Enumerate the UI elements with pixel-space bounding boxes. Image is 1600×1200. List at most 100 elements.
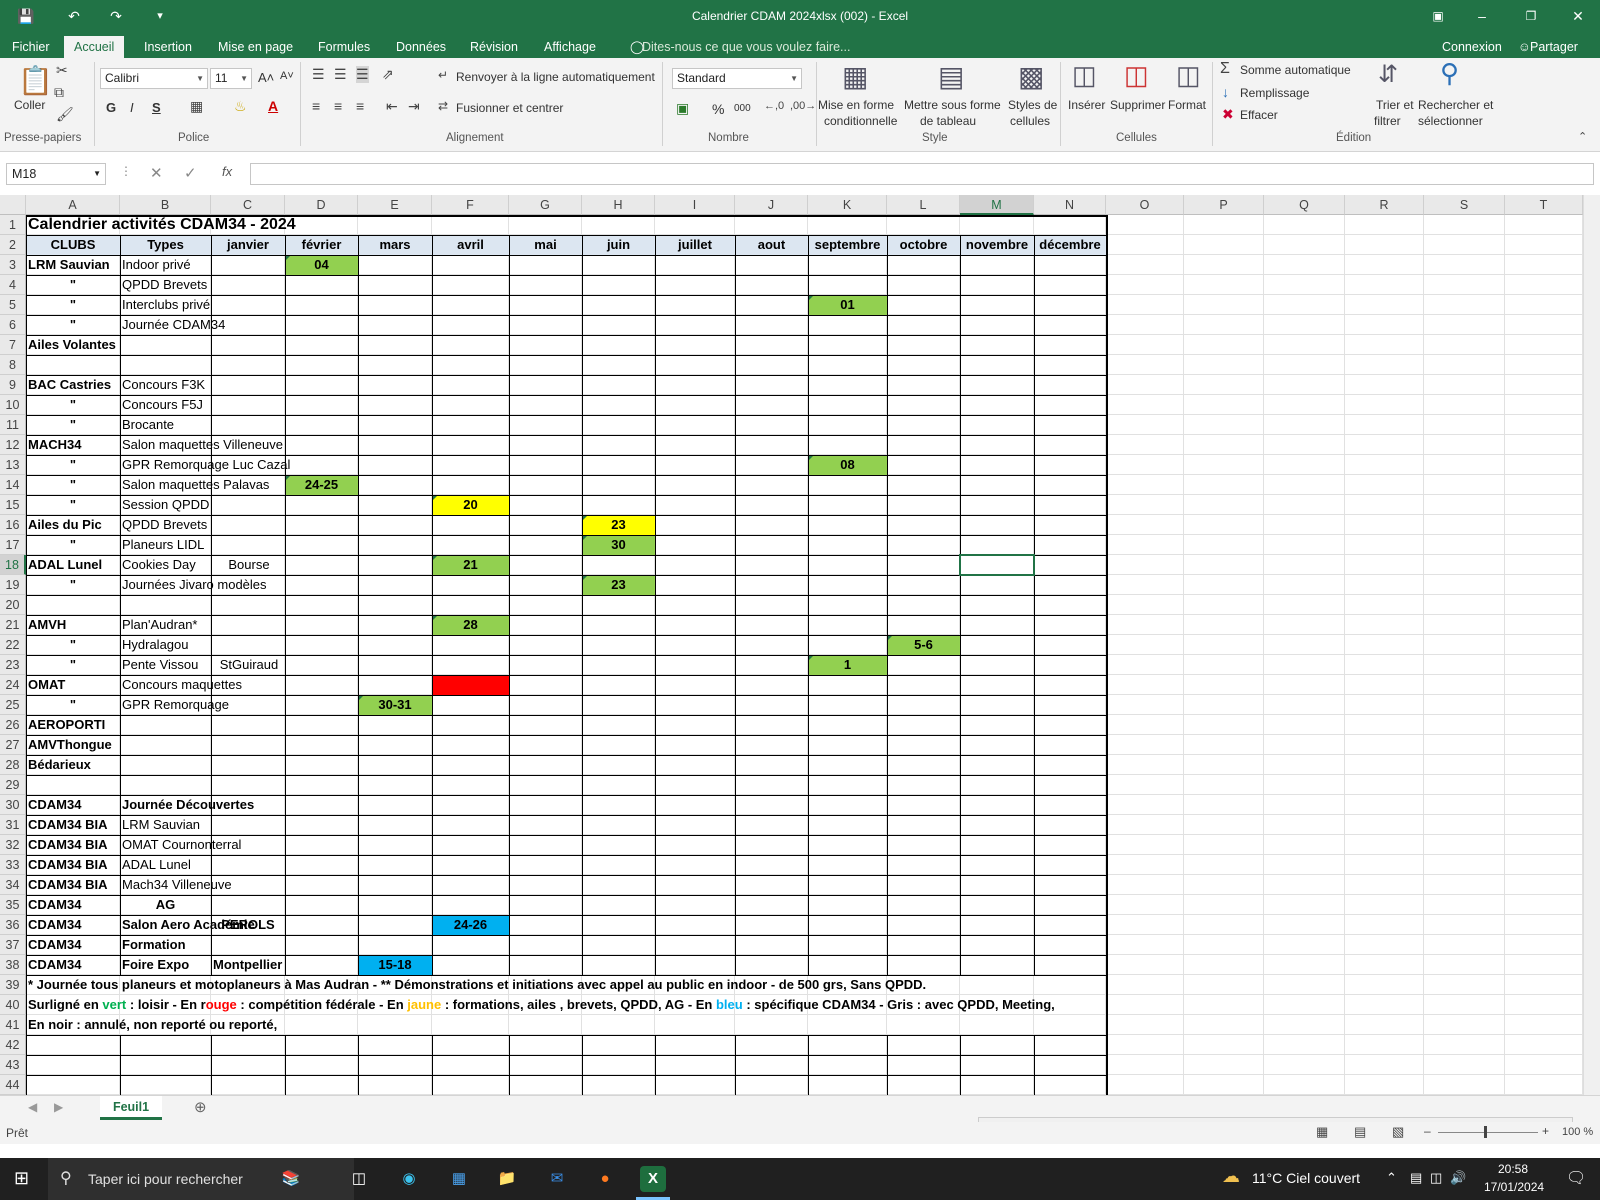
type-cell[interactable]: ADAL Lunel bbox=[120, 855, 191, 875]
column-header-B[interactable]: B bbox=[120, 195, 211, 215]
club-cell[interactable]: " bbox=[26, 295, 120, 315]
club-cell[interactable]: CDAM34 bbox=[26, 955, 81, 975]
clock-time[interactable]: 20:58 bbox=[1498, 1162, 1528, 1176]
type-cell[interactable]: Formation bbox=[120, 935, 186, 955]
row-header-7[interactable]: 7 bbox=[0, 335, 26, 355]
row-header-34[interactable]: 34 bbox=[0, 875, 26, 895]
type-cell[interactable]: Brocante bbox=[120, 415, 174, 435]
store-icon[interactable]: ▦ bbox=[446, 1166, 472, 1192]
excel-taskbar-icon[interactable]: X bbox=[640, 1166, 666, 1192]
extra-cell[interactable]: PEROLS bbox=[211, 915, 285, 935]
currency-icon[interactable]: ▣ bbox=[676, 100, 689, 117]
orientation-icon[interactable]: ⇗ bbox=[382, 66, 394, 83]
paste-icon[interactable]: 📋 bbox=[18, 64, 53, 97]
club-cell[interactable]: AMVH bbox=[26, 615, 66, 635]
row-header-24[interactable]: 24 bbox=[0, 675, 26, 695]
row-header-1[interactable]: 1 bbox=[0, 215, 26, 235]
shrink-font-icon[interactable]: A˅ bbox=[280, 70, 294, 82]
type-cell[interactable]: Plan'Audran* bbox=[120, 615, 197, 635]
event-date[interactable]: 01 bbox=[808, 295, 887, 315]
row-header-23[interactable]: 23 bbox=[0, 655, 26, 675]
increase-decimal-icon[interactable]: ←,0 bbox=[764, 100, 784, 112]
club-cell[interactable]: " bbox=[26, 395, 120, 415]
type-cell[interactable]: Concours F5J bbox=[120, 395, 203, 415]
align-bottom-icon[interactable]: ☰ bbox=[356, 66, 369, 83]
row-header-11[interactable]: 11 bbox=[0, 415, 26, 435]
row-header-4[interactable]: 4 bbox=[0, 275, 26, 295]
type-cell[interactable]: Cookies Day bbox=[120, 555, 196, 575]
type-cell[interactable]: Journées Jivaro modèles bbox=[120, 575, 267, 595]
zoom-level[interactable]: 100 % bbox=[1562, 1126, 1593, 1138]
column-header-P[interactable]: P bbox=[1184, 195, 1264, 215]
selected-cell-m18[interactable] bbox=[959, 554, 1035, 576]
type-cell[interactable]: Salon maquettes Villeneuve bbox=[120, 435, 283, 455]
row-header-42[interactable]: 42 bbox=[0, 1035, 26, 1055]
decrease-indent-icon[interactable]: ⇤ bbox=[386, 98, 398, 115]
type-cell[interactable] bbox=[120, 335, 122, 355]
event-date[interactable]: 5-6 bbox=[887, 635, 960, 655]
find-select-button-2[interactable]: sélectionner bbox=[1418, 114, 1483, 128]
club-cell[interactable] bbox=[26, 775, 28, 795]
borders-icon[interactable]: ▦ bbox=[190, 98, 203, 115]
club-cell[interactable]: " bbox=[26, 475, 120, 495]
event-date[interactable]: 04 bbox=[285, 255, 358, 275]
row-header-20[interactable]: 20 bbox=[0, 595, 26, 615]
row-header-37[interactable]: 37 bbox=[0, 935, 26, 955]
insert-function-button[interactable]: fx bbox=[222, 164, 232, 179]
decrease-decimal-icon[interactable]: ,00→ bbox=[790, 100, 816, 112]
underline-button[interactable]: S bbox=[152, 100, 161, 115]
grow-font-icon[interactable]: A˄ bbox=[258, 70, 274, 85]
type-cell[interactable]: Session QPDD bbox=[120, 495, 209, 515]
club-cell[interactable]: CDAM34 BIA bbox=[26, 855, 107, 875]
paste-button[interactable]: Coller bbox=[14, 98, 45, 112]
zoom-slider-handle[interactable] bbox=[1484, 1126, 1487, 1138]
row-header-18[interactable]: 18 bbox=[0, 555, 26, 575]
tab-formulas[interactable]: Formules bbox=[308, 36, 380, 58]
row-header-8[interactable]: 8 bbox=[0, 355, 26, 375]
club-cell[interactable]: " bbox=[26, 575, 120, 595]
ribbon-display-icon[interactable]: ▣ bbox=[1418, 0, 1458, 32]
delete-cells-button[interactable]: Supprimer bbox=[1110, 98, 1165, 112]
type-cell[interactable]: GPR Remorquage Luc Cazal bbox=[120, 455, 290, 475]
column-header-J[interactable]: J bbox=[735, 195, 808, 215]
row-header-19[interactable]: 19 bbox=[0, 575, 26, 595]
page-break-view-icon[interactable]: ▧ bbox=[1392, 1124, 1404, 1140]
type-cell[interactable]: QPDD Brevets bbox=[120, 515, 207, 535]
club-cell[interactable]: " bbox=[26, 275, 120, 295]
column-header-N[interactable]: N bbox=[1034, 195, 1106, 215]
vertical-scrollbar[interactable] bbox=[1583, 195, 1600, 1095]
type-cell[interactable]: AG bbox=[120, 895, 211, 915]
club-cell[interactable]: " bbox=[26, 655, 120, 675]
cell-styles-button[interactable]: Styles de bbox=[1008, 98, 1057, 112]
formula-input[interactable] bbox=[250, 163, 1594, 185]
thousands-button[interactable]: 000 bbox=[734, 103, 751, 114]
row-header-13[interactable]: 13 bbox=[0, 455, 26, 475]
tab-file[interactable]: Fichier bbox=[2, 36, 60, 58]
event-date[interactable] bbox=[432, 675, 509, 695]
type-cell[interactable]: Concours maquettes bbox=[120, 675, 242, 695]
event-date[interactable]: 20 bbox=[432, 495, 509, 515]
club-cell[interactable]: LRM Sauvian bbox=[26, 255, 110, 275]
row-header-26[interactable]: 26 bbox=[0, 715, 26, 735]
column-header-F[interactable]: F bbox=[432, 195, 509, 215]
cell-styles-button-2[interactable]: cellules bbox=[1010, 114, 1050, 128]
volume-icon[interactable]: 🔊 bbox=[1450, 1170, 1466, 1186]
conditional-format-button-2[interactable]: conditionnelle bbox=[824, 114, 897, 128]
bold-button[interactable]: G bbox=[106, 100, 116, 115]
tab-page-layout[interactable]: Mise en page bbox=[208, 36, 303, 58]
align-middle-icon[interactable]: ☰ bbox=[334, 66, 347, 83]
name-box[interactable]: M18 ▼ bbox=[6, 163, 106, 185]
row-header-21[interactable]: 21 bbox=[0, 615, 26, 635]
type-cell[interactable] bbox=[120, 775, 122, 795]
tab-insert[interactable]: Insertion bbox=[134, 36, 202, 58]
club-cell[interactable] bbox=[26, 595, 28, 615]
type-cell[interactable] bbox=[120, 595, 122, 615]
close-icon[interactable]: ✕ bbox=[1558, 0, 1598, 32]
event-date[interactable]: 1 bbox=[808, 655, 887, 675]
clear-button[interactable]: Effacer bbox=[1240, 108, 1278, 122]
type-cell[interactable]: Pente Vissou bbox=[120, 655, 198, 675]
align-center-icon[interactable]: ≡ bbox=[334, 98, 342, 114]
font-color-icon[interactable]: A bbox=[268, 98, 278, 114]
column-header-T[interactable]: T bbox=[1505, 195, 1583, 215]
type-cell[interactable]: Planeurs LIDL bbox=[120, 535, 204, 555]
